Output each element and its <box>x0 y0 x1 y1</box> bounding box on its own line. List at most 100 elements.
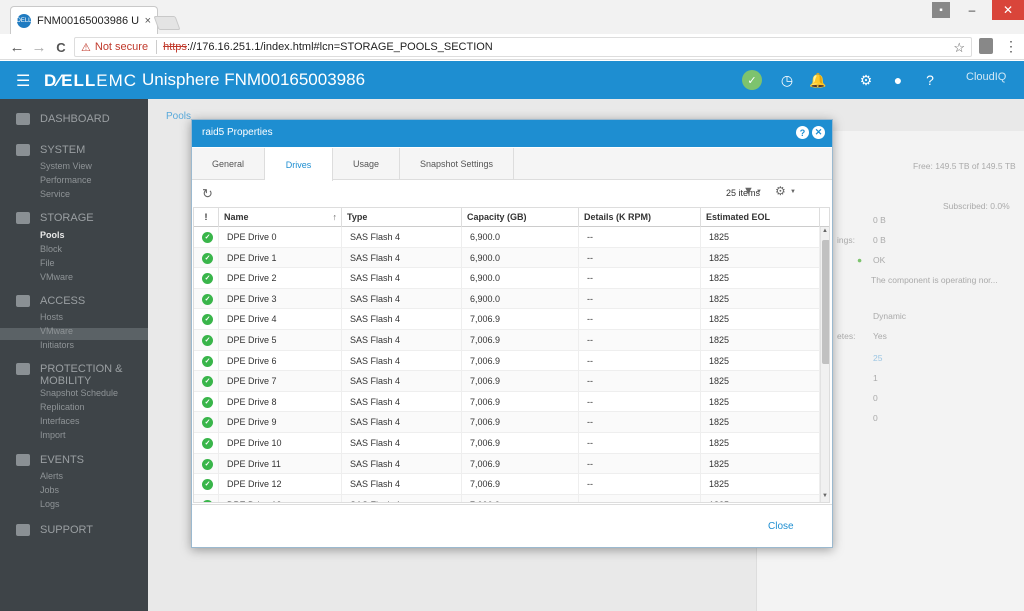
browser-menu-icon[interactable]: ⋮ <box>1004 38 1018 54</box>
sidebar-item-access-vmware[interactable]: VMware <box>40 326 73 336</box>
forward-button[interactable]: → <box>30 38 48 56</box>
sidebar-item-hosts[interactable]: Hosts <box>40 312 63 322</box>
back-button[interactable]: ← <box>8 38 26 56</box>
tab-usage[interactable]: Usage <box>333 148 400 180</box>
alerts-bell-icon[interactable]: 🔔 <box>808 70 828 90</box>
cell-details: -- <box>579 391 701 412</box>
col-name[interactable]: Name ↑ <box>219 208 342 227</box>
refresh-icon[interactable]: ↻ <box>202 186 213 202</box>
cell-name: DPE Drive 4 <box>219 309 342 330</box>
value-1: 0 B <box>873 215 886 225</box>
new-tab-button[interactable] <box>153 16 181 30</box>
sidebar-section-storage[interactable]: STORAGE <box>16 212 94 224</box>
settings-gear-icon[interactable]: ⚙ <box>856 70 876 90</box>
dialog-close-icon[interactable]: ✕ <box>812 126 825 139</box>
cell-name: DPE Drive 10 <box>219 433 342 453</box>
sidebar-section-support[interactable]: SUPPORT <box>16 524 93 536</box>
sidebar-section-system[interactable]: SYSTEM <box>16 144 85 156</box>
table-row[interactable]: ✓ DPE Drive 2 SAS Flash 4 6,900.0 -- 1825 <box>194 268 820 289</box>
history-icon[interactable]: ◷ <box>777 70 797 90</box>
sidebar-item-logs[interactable]: Logs <box>40 499 60 509</box>
sidebar-item-performance[interactable]: Performance <box>40 175 92 185</box>
sidebar-item-vmware[interactable]: VMware <box>40 272 73 282</box>
close-button[interactable]: Close <box>768 521 794 532</box>
drive-count-link[interactable]: 25 <box>873 353 882 363</box>
table-row[interactable]: ✓ DPE Drive 6 SAS Flash 4 7,006.9 -- 1825 <box>194 350 820 372</box>
sidebar-item-jobs[interactable]: Jobs <box>40 485 59 495</box>
settings-dropdown-icon[interactable]: ▼ <box>790 189 796 195</box>
tab-close-icon[interactable]: × <box>145 15 151 27</box>
status-cell: ✓ <box>194 227 219 247</box>
sidebar-item-interfaces[interactable]: Interfaces <box>40 416 80 426</box>
table-body: ✓ DPE Drive 0 SAS Flash 4 6,900.0 -- 1825 ✓ DPE… <box>194 227 820 502</box>
minimize-button[interactable]: – <box>960 0 984 20</box>
status-ok-icon: ✓ <box>202 293 213 305</box>
user-icon[interactable]: ● <box>888 70 908 90</box>
table-row[interactable]: ✓ DPE Drive 1 SAS Flash 4 6,900.0 -- 1825 <box>194 247 820 269</box>
table-row[interactable]: ✓ DPE Drive 0 SAS Flash 4 6,900.0 -- 1825 <box>194 227 820 248</box>
table-row[interactable]: ✓ DPE Drive 11 SAS Flash 4 7,006.9 -- 1825 <box>194 453 820 475</box>
table-scrollbar[interactable]: ▲ ▼ <box>820 227 829 502</box>
col-eol[interactable]: Estimated EOL <box>701 208 820 227</box>
help-icon[interactable]: ? <box>920 70 940 90</box>
sidebar-item-service[interactable]: Service <box>40 189 70 199</box>
sidebar-section-protection[interactable]: PROTECTION & MOBILITY <box>16 363 123 387</box>
sidebar-item-file[interactable]: File <box>40 258 55 268</box>
status-cell: ✓ <box>194 350 219 371</box>
table-row[interactable]: ✓ DPE Drive 4 SAS Flash 4 7,006.9 -- 1825 <box>194 309 820 330</box>
tab-general[interactable]: General <box>192 148 265 180</box>
status-cell: ✓ <box>194 433 219 453</box>
cell-details: -- <box>579 433 701 453</box>
cell-name: DPE Drive 0 <box>219 227 342 247</box>
sidebar-item-snapshot-schedule[interactable]: Snapshot Schedule <box>40 388 118 398</box>
table-row[interactable]: ✓ DPE Drive 10 SAS Flash 4 7,006.9 -- 1825 <box>194 433 820 454</box>
user-profile-icon[interactable]: ▪ <box>932 2 950 18</box>
sidebar: DASHBOARD SYSTEM System View Performance… <box>0 99 148 611</box>
component-status: The component is operating nor... <box>871 275 998 285</box>
sidebar-item-pools[interactable]: Pools <box>40 230 65 240</box>
url-scheme: https <box>163 41 187 53</box>
scroll-down-icon[interactable]: ▼ <box>822 493 828 499</box>
browser-tab[interactable]: DELL FNM00165003986 Unisp × <box>10 6 158 34</box>
bookmark-star-icon[interactable]: ☆ <box>953 40 965 56</box>
tab-pools[interactable]: Pools <box>166 111 191 122</box>
window-close-button[interactable]: ✕ <box>992 0 1024 20</box>
reload-button[interactable]: C <box>52 38 70 56</box>
scroll-thumb[interactable] <box>822 240 829 364</box>
dialog-help-icon[interactable]: ? <box>796 126 809 139</box>
col-capacity[interactable]: Capacity (GB) <box>462 208 579 227</box>
filter-icon[interactable]: ▼ <box>743 185 754 197</box>
table-row[interactable]: ✓ DPE Drive 5 SAS Flash 4 7,006.9 -- 1825 <box>194 330 820 351</box>
sidebar-item-replication[interactable]: Replication <box>40 402 85 412</box>
table-row[interactable]: ✓ DPE Drive 8 SAS Flash 4 7,006.9 -- 1825 <box>194 391 820 413</box>
sidebar-section-access[interactable]: ACCESS <box>16 295 85 307</box>
sidebar-active-highlight <box>0 328 148 340</box>
table-row[interactable]: ✓ DPE Drive 3 SAS Flash 4 6,900.0 -- 1825 <box>194 288 820 310</box>
dialog-header: raid5 Properties ? ✕ <box>192 120 832 147</box>
sidebar-item-system-view[interactable]: System View <box>40 161 92 171</box>
extension-icon[interactable] <box>979 38 993 54</box>
col-status[interactable]: ! <box>194 208 219 227</box>
col-type[interactable]: Type <box>342 208 462 227</box>
col-details[interactable]: Details (K RPM) <box>579 208 701 227</box>
sidebar-section-dashboard[interactable]: DASHBOARD <box>16 113 110 125</box>
cell-eol: 1825 <box>701 433 820 453</box>
hamburger-menu-icon[interactable]: ☰ <box>16 71 30 91</box>
sidebar-item-block[interactable]: Block <box>40 244 62 254</box>
sidebar-item-alerts[interactable]: Alerts <box>40 471 63 481</box>
filter-dropdown-icon[interactable]: ▼ <box>756 189 762 195</box>
tab-snapshot-settings[interactable]: Snapshot Settings <box>400 148 514 180</box>
cloudiq-logo[interactable]: CloudIQ <box>966 71 1006 83</box>
table-row[interactable]: ✓ DPE Drive 12 SAS Flash 4 7,006.9 -- 1825 <box>194 474 820 495</box>
system-health-ok-icon[interactable]: ✓ <box>742 70 762 90</box>
sidebar-item-initiators[interactable]: Initiators <box>40 340 74 350</box>
tab-drives[interactable]: Drives <box>265 148 333 181</box>
scroll-up-icon[interactable]: ▲ <box>822 228 828 234</box>
address-bar[interactable]: ⚠ Not secure https ://176.16.251.1/index… <box>74 37 972 57</box>
table-row[interactable]: ✓ DPE Drive 13SAS Flash 47,006.9--1825 <box>194 494 820 502</box>
sidebar-item-import[interactable]: Import <box>40 430 66 440</box>
table-row[interactable]: ✓ DPE Drive 9 SAS Flash 4 7,006.9 -- 1825 <box>194 412 820 433</box>
sidebar-section-events[interactable]: EVENTS <box>16 454 84 466</box>
grid-settings-gear-icon[interactable]: ⚙ <box>775 184 786 198</box>
table-row[interactable]: ✓ DPE Drive 7 SAS Flash 4 7,006.9 -- 1825 <box>194 371 820 392</box>
